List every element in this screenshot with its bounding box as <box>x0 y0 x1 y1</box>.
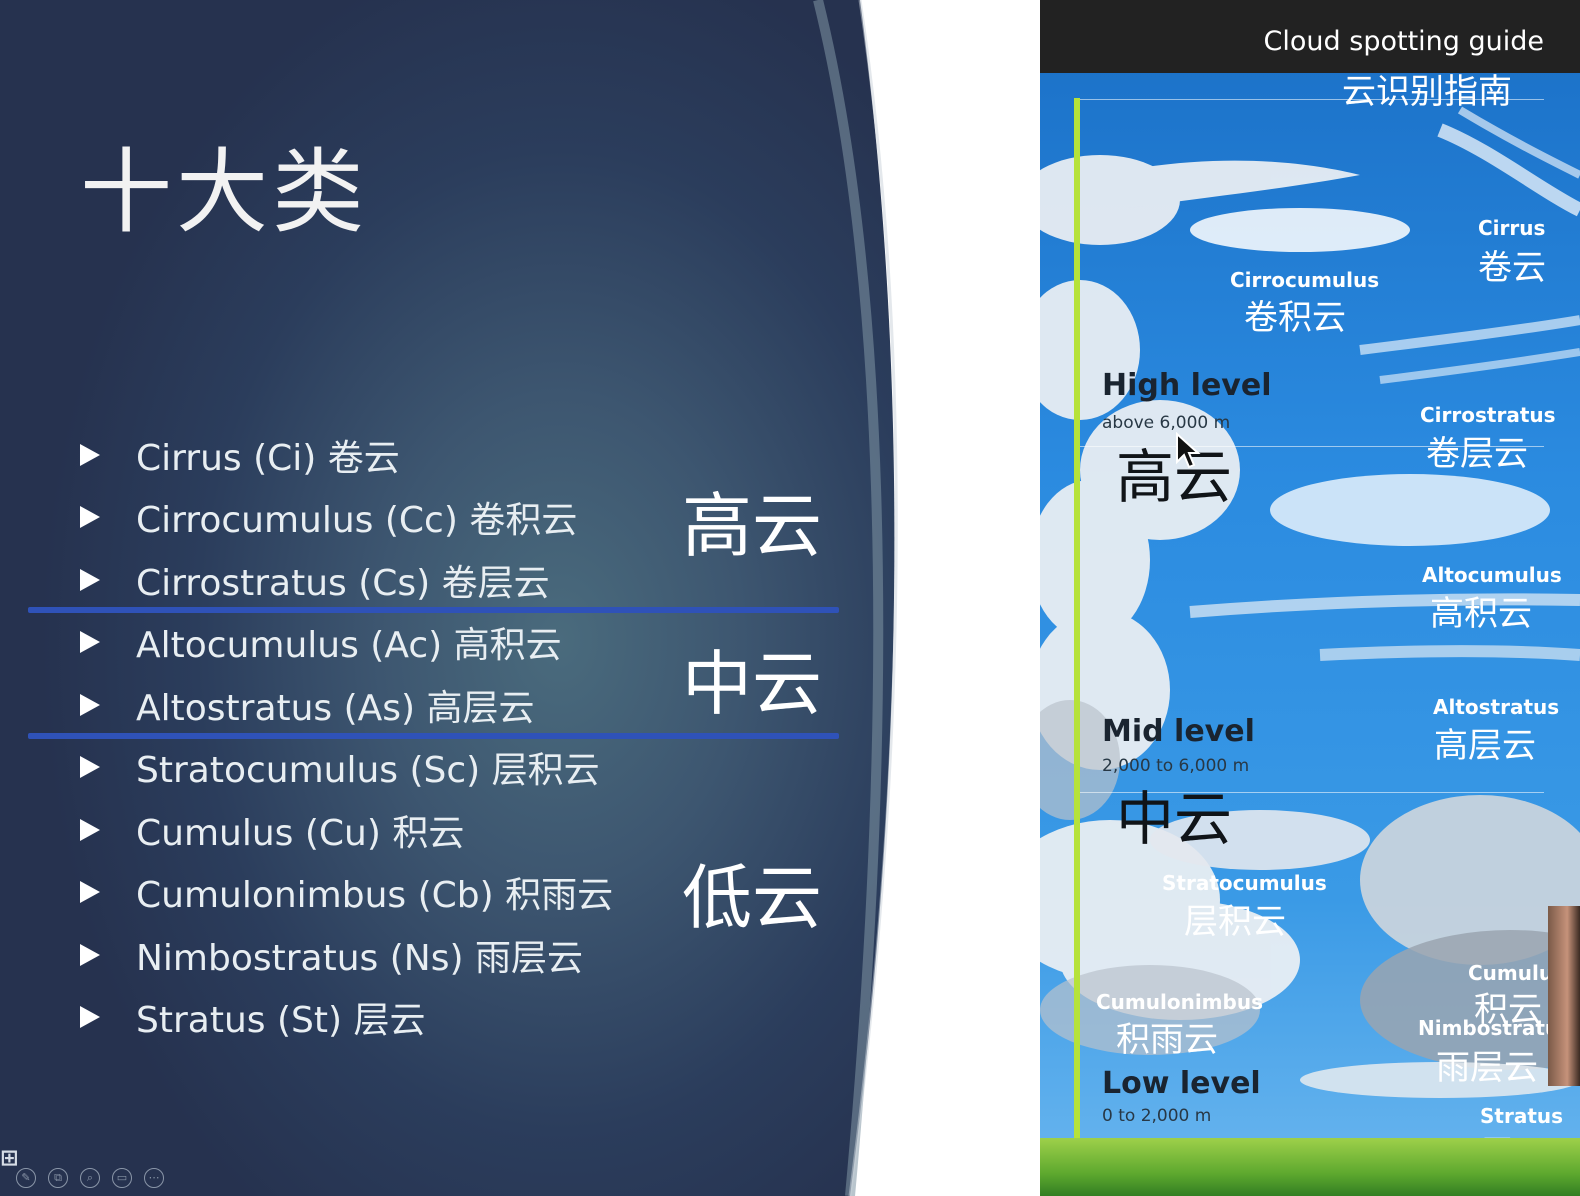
bullet-text: Cirrocumulus (Cc) 卷积云 <box>136 500 578 541</box>
bullet-item: Cumulonimbus (Cb) 积雨云 <box>80 867 613 917</box>
guide-title-zh: 云识别指南 <box>1342 72 1512 112</box>
bullet-item: Cirrus (Ci) 卷云 <box>80 430 400 480</box>
ground-strip <box>1040 1138 1580 1196</box>
stratus-label-en: Stratus <box>1480 1104 1564 1128</box>
nimbostratus-label-zh: 雨层云 <box>1436 1048 1538 1088</box>
bullet-item: Nimbostratus (Ns) 雨层云 <box>80 930 583 980</box>
group-divider-high-mid <box>28 607 839 613</box>
bullet-item: Altostratus (As) 高层云 <box>80 680 535 730</box>
bullet-text: Stratocumulus (Sc) 层积云 <box>136 750 600 791</box>
cirrostratus-label-en: Cirrostratus <box>1420 403 1556 427</box>
altostratus-label-zh: 高层云 <box>1434 726 1536 766</box>
cloud-spotting-guide-image: Cloud spotting guide 云识别指南 High level ab… <box>1040 0 1580 1196</box>
bullet-arrow-icon <box>80 881 100 903</box>
bullet-text: Nimbostratus (Ns) 雨层云 <box>136 938 583 979</box>
bullet-text: Altocumulus (Ac) 高积云 <box>136 625 562 666</box>
altocumulus-label-en: Altocumulus <box>1422 563 1562 587</box>
bullet-text: Altostratus (As) 高层云 <box>136 688 535 729</box>
bullet-text: Cirrostratus (Cs) 卷层云 <box>136 563 550 604</box>
mid-level-title: Mid level <box>1102 714 1255 749</box>
cumulonimbus-label-zh: 积雨云 <box>1116 1020 1218 1060</box>
bullet-item: Stratus (St) 层云 <box>80 992 425 1042</box>
group-label-low: 低云 <box>682 857 822 939</box>
altocumulus-label-zh: 高积云 <box>1430 594 1532 634</box>
webcam-overlay <box>1548 906 1580 1086</box>
high-level-zh: 高云 <box>1116 443 1233 511</box>
bullet-item: Cirrocumulus (Cc) 卷积云 <box>80 492 577 542</box>
bullet-item: Altocumulus (Ac) 高积云 <box>80 617 562 667</box>
bullet-arrow-icon <box>80 1006 100 1028</box>
cumulonimbus-label-en: Cumulonimbus <box>1096 990 1263 1014</box>
cirrocumulus-label-en: Cirrocumulus <box>1230 268 1380 292</box>
pen-icon[interactable]: ✎ <box>16 1168 36 1188</box>
stratocumulus-label-en: Stratocumulus <box>1162 871 1327 895</box>
group-label-high: 高云 <box>682 485 822 567</box>
bullet-arrow-icon <box>80 944 100 966</box>
altostratus-label-en: Altostratus <box>1433 695 1560 719</box>
cirrus-label-en: Cirrus <box>1478 216 1546 240</box>
slide-title: 十大类 <box>80 139 369 246</box>
group-label-mid: 中云 <box>682 643 822 725</box>
subtitle-icon[interactable]: ▭ <box>112 1168 132 1188</box>
bullet-arrow-icon <box>80 444 100 466</box>
bullet-text: Cumulonimbus (Cb) 积雨云 <box>136 875 614 916</box>
top-boundary-line <box>1074 99 1544 100</box>
bullet-item: Cumulus (Cu) 积云 <box>80 805 464 855</box>
slideshow-toolbar: ⊞ ✎ ⧉ ⌕ ▭ ⋯ <box>0 1138 180 1196</box>
bullet-arrow-icon <box>80 694 100 716</box>
bullet-arrow-icon <box>80 569 100 591</box>
bullet-arrow-icon <box>80 756 100 778</box>
bullet-item: Cirrostratus (Cs) 卷层云 <box>80 555 550 605</box>
copy-icon[interactable]: ⧉ <box>48 1168 68 1188</box>
cirrus-label-zh: 卷云 <box>1478 248 1546 288</box>
bullet-arrow-icon <box>80 631 100 653</box>
high-level-title: High level <box>1102 368 1272 403</box>
altitude-bar <box>1074 98 1080 1138</box>
bullet-arrow-icon <box>80 819 100 841</box>
guide-title-en: Cloud spotting guide <box>1263 26 1544 57</box>
zoom-icon[interactable]: ⌕ <box>80 1168 100 1188</box>
more-icon[interactable]: ⋯ <box>144 1168 164 1188</box>
mouse-cursor-icon <box>1176 432 1201 469</box>
mid-level-zh: 中云 <box>1116 785 1233 853</box>
bullet-item: Stratocumulus (Sc) 层积云 <box>80 742 600 792</box>
low-level-title: Low level <box>1102 1066 1261 1101</box>
cirrostratus-label-zh: 卷层云 <box>1426 434 1528 474</box>
bullet-text: Stratus (St) 层云 <box>136 1000 426 1041</box>
bullet-text: Cirrus (Ci) 卷云 <box>136 438 400 479</box>
cirrocumulus-label-zh: 卷积云 <box>1244 298 1346 338</box>
app-logo-icon: ⊞ <box>0 1146 19 1171</box>
presentation-slide: 十大类 Cirrus (Ci) 卷云 Cirrocumulus (Cc) 卷积云… <box>0 0 1040 1196</box>
stratocumulus-label-zh: 层积云 <box>1184 902 1286 942</box>
bullet-arrow-icon <box>80 506 100 528</box>
bullet-text: Cumulus (Cu) 积云 <box>136 813 465 854</box>
group-divider-mid-low <box>28 733 839 739</box>
